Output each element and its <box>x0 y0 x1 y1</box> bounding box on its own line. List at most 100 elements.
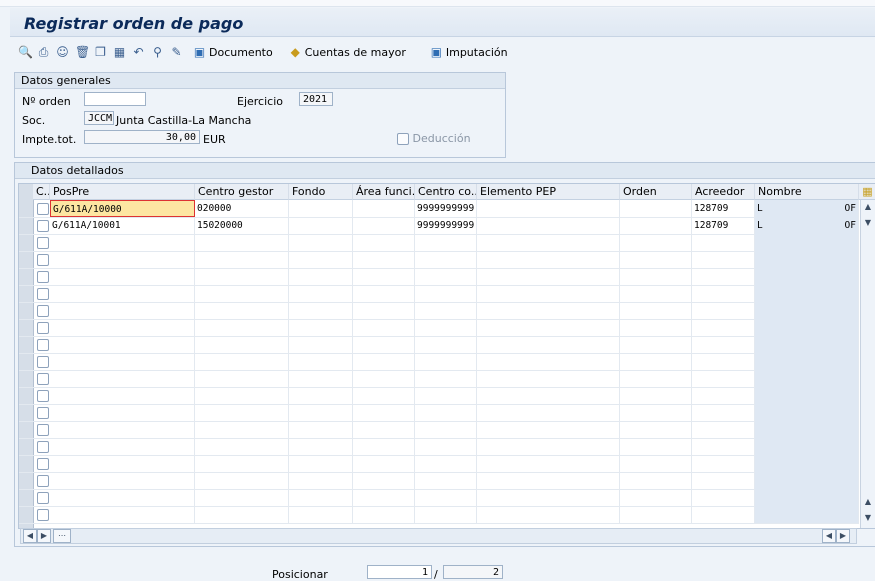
cell-area[interactable] <box>353 489 415 506</box>
cell-centro-co[interactable] <box>415 234 477 251</box>
cell-area[interactable] <box>353 421 415 438</box>
scroll-right-end-icon[interactable]: ▶ <box>836 529 850 543</box>
cell-centro-gestor[interactable] <box>195 353 289 370</box>
cell-orden[interactable] <box>620 404 692 421</box>
row-checkbox[interactable] <box>37 475 49 487</box>
delete-icon[interactable]: 🗑 <box>75 45 90 59</box>
cell-acreedor[interactable]: 128709 <box>692 217 755 234</box>
cell-centro-co[interactable] <box>415 421 477 438</box>
cell-acreedor[interactable] <box>692 387 755 404</box>
scroll-up-icon[interactable]: ▲ <box>862 201 874 213</box>
cell-acreedor[interactable] <box>692 438 755 455</box>
cell-pep[interactable] <box>477 217 620 234</box>
row-checkbox[interactable] <box>37 288 49 300</box>
cell-pospre[interactable]: G/611A/10001 <box>50 217 195 234</box>
cell-centro-gestor[interactable] <box>195 404 289 421</box>
cell-centro-co[interactable] <box>415 353 477 370</box>
cell-orden[interactable] <box>620 234 692 251</box>
cell-pospre[interactable] <box>50 302 195 319</box>
row-checkbox[interactable] <box>37 390 49 402</box>
cell-fondo[interactable] <box>289 489 353 506</box>
cell-acreedor[interactable] <box>692 319 755 336</box>
cell-centro-co[interactable] <box>415 438 477 455</box>
cell-pep[interactable] <box>477 421 620 438</box>
cell-pep[interactable] <box>477 387 620 404</box>
cell-fondo[interactable] <box>289 217 353 234</box>
cell-centro-co[interactable]: 9999999999 <box>415 200 477 217</box>
row-checkbox[interactable] <box>37 373 49 385</box>
scroll-left-icon[interactable]: ◀ <box>23 529 37 543</box>
cell-centro-gestor[interactable]: 15020000 <box>195 217 289 234</box>
cell-pep[interactable] <box>477 251 620 268</box>
cell-orden[interactable] <box>620 489 692 506</box>
cell-orden[interactable] <box>620 285 692 302</box>
cell-acreedor[interactable] <box>692 353 755 370</box>
cell-pospre[interactable] <box>50 404 195 421</box>
cell-centro-co[interactable] <box>415 251 477 268</box>
row-checkbox[interactable] <box>37 305 49 317</box>
cell-area[interactable] <box>353 438 415 455</box>
cell-area[interactable] <box>353 251 415 268</box>
row-checkbox[interactable] <box>37 509 49 521</box>
cell-area[interactable] <box>353 387 415 404</box>
cell-pep[interactable] <box>477 234 620 251</box>
cell-orden[interactable] <box>620 506 692 523</box>
cell-pospre[interactable] <box>50 285 195 302</box>
col-pospre[interactable]: PosPre <box>50 184 195 200</box>
cell-area[interactable] <box>353 370 415 387</box>
cell-acreedor[interactable] <box>692 336 755 353</box>
soc-field[interactable]: JCCM <box>84 111 114 125</box>
cell-pospre[interactable] <box>50 472 195 489</box>
cell-centro-co[interactable] <box>415 472 477 489</box>
cell-fondo[interactable] <box>289 387 353 404</box>
cell-fondo[interactable] <box>289 455 353 472</box>
user-icon[interactable]: ☺ <box>56 45 69 59</box>
col-acreedor[interactable]: Acreedor <box>692 184 755 200</box>
row-checkbox[interactable] <box>37 254 49 266</box>
cell-pep[interactable] <box>477 489 620 506</box>
cell-pep[interactable] <box>477 268 620 285</box>
cell-orden[interactable] <box>620 353 692 370</box>
cell-area[interactable] <box>353 472 415 489</box>
vertical-scrollbar[interactable]: ▲ ▼ ▲ ▼ <box>860 200 875 528</box>
row-checkbox[interactable] <box>37 407 49 419</box>
scroll-down-page-icon[interactable]: ▲ <box>862 496 874 508</box>
scroll-down-icon[interactable]: ▼ <box>862 512 874 524</box>
cell-nombre[interactable] <box>755 268 859 285</box>
ejercicio-field[interactable]: 2021 <box>299 92 333 106</box>
col-centro-gestor[interactable]: Centro gestor <box>195 184 289 200</box>
cell-fondo[interactable] <box>289 438 353 455</box>
print-icon[interactable]: ⎙ <box>37 45 50 59</box>
cell-orden[interactable] <box>620 319 692 336</box>
cell-centro-gestor[interactable] <box>195 302 289 319</box>
row-checkbox[interactable] <box>37 203 49 215</box>
col-centro-coste[interactable]: Centro co... <box>415 184 477 200</box>
cell-nombre[interactable]: L OF <box>755 200 859 217</box>
cell-pospre[interactable] <box>50 421 195 438</box>
cell-acreedor[interactable] <box>692 506 755 523</box>
documento-button[interactable]: ▣ Documento <box>193 45 273 59</box>
cell-pep[interactable] <box>477 200 620 217</box>
cell-area[interactable] <box>353 506 415 523</box>
cell-orden[interactable] <box>620 472 692 489</box>
cell-area[interactable] <box>353 319 415 336</box>
cell-fondo[interactable] <box>289 251 353 268</box>
cell-fondo[interactable] <box>289 506 353 523</box>
col-c[interactable]: C.. <box>33 184 50 200</box>
cell-fondo[interactable] <box>289 285 353 302</box>
cell-centro-co[interactable]: 9999999999 <box>415 217 477 234</box>
cell-centro-gestor[interactable] <box>195 438 289 455</box>
cell-area[interactable] <box>353 234 415 251</box>
cell-pospre[interactable]: G/611A/10000 <box>50 200 195 217</box>
cell-pospre[interactable] <box>50 319 195 336</box>
cell-pospre[interactable] <box>50 455 195 472</box>
cell-acreedor[interactable] <box>692 302 755 319</box>
cell-nombre[interactable] <box>755 438 859 455</box>
cell-orden[interactable] <box>620 251 692 268</box>
cell-acreedor[interactable] <box>692 285 755 302</box>
cell-pospre[interactable] <box>50 506 195 523</box>
cell-fondo[interactable] <box>289 268 353 285</box>
cell-centro-gestor[interactable]: 020000 <box>195 200 289 217</box>
cell-pep[interactable] <box>477 319 620 336</box>
cell-acreedor[interactable] <box>692 268 755 285</box>
